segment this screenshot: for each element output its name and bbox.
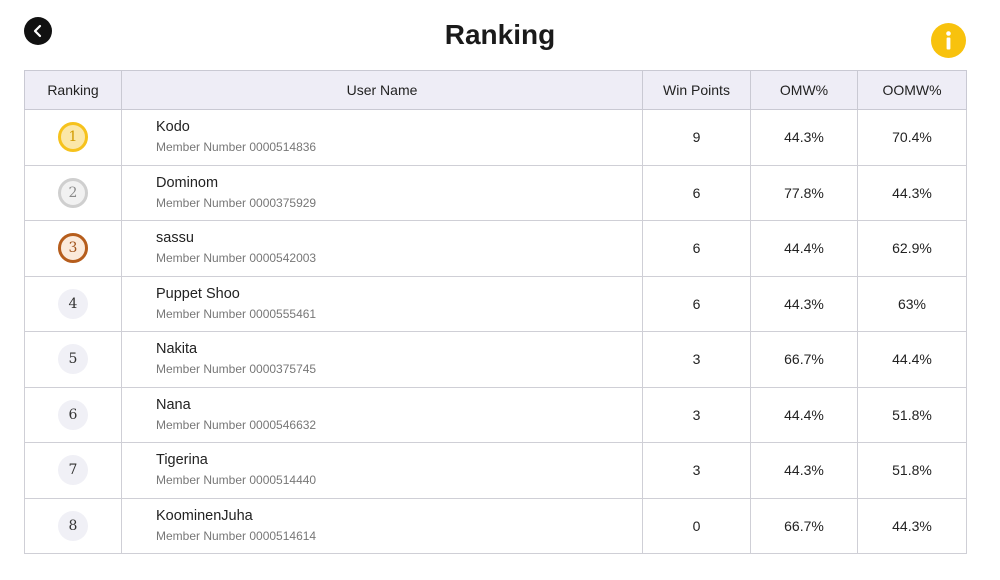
rank-cell: 4 <box>24 275 122 332</box>
user-name: Dominom <box>156 174 219 191</box>
user-cell: Tigerina Member Number 0000514440 <box>121 442 643 499</box>
oomw-cell: 51.8% <box>857 386 967 443</box>
column-header-omw[interactable]: OMW% <box>750 70 858 110</box>
rank-badge: 8 <box>58 510 88 541</box>
rank-cell: 5 <box>24 331 122 388</box>
member-number: Member Number 0000514440 <box>156 473 317 488</box>
bronze-medal-icon: 3 <box>58 233 88 264</box>
user-name: Nana <box>156 396 191 413</box>
oomw-cell: 70.4% <box>857 109 967 166</box>
member-number: Member Number 0000542003 <box>156 251 317 266</box>
user-cell: Dominom Member Number 0000375929 <box>121 164 643 221</box>
user-name: sassu <box>156 230 194 247</box>
rank-badge: 6 <box>58 399 88 430</box>
omw-cell: 44.4% <box>750 386 858 443</box>
page-title: Ranking <box>444 19 556 50</box>
omw-cell: 66.7% <box>750 497 858 554</box>
win-points-cell: 3 <box>642 442 751 499</box>
win-points-cell: 9 <box>642 109 751 166</box>
omw-cell: 44.3% <box>750 442 858 499</box>
table-row[interactable]: 7 Tigerina Member Number 0000514440 3 44… <box>24 442 967 499</box>
user-name: Puppet Shoo <box>156 285 240 302</box>
oomw-cell: 44.3% <box>857 164 967 221</box>
user-name: Nakita <box>156 341 198 358</box>
win-points-cell: 0 <box>642 497 751 554</box>
user-cell: sassu Member Number 0000542003 <box>121 220 643 277</box>
ranking-page: Ranking Ranking User Name Win Points OMW… <box>0 0 1000 580</box>
oomw-cell: 44.4% <box>857 331 967 388</box>
user-cell: Nana Member Number 0000546632 <box>121 386 643 443</box>
user-name: Tigerina <box>156 452 208 469</box>
omw-cell: 77.8% <box>750 164 858 221</box>
oomw-cell: 62.9% <box>857 220 967 277</box>
column-header-ranking[interactable]: Ranking <box>24 70 122 110</box>
win-points-cell: 6 <box>642 164 751 221</box>
win-points-cell: 6 <box>642 275 751 332</box>
ranking-table: Ranking User Name Win Points OMW% OOMW% … <box>24 70 967 554</box>
table-header-row: Ranking User Name Win Points OMW% OOMW% <box>24 70 967 110</box>
user-cell: Kodo Member Number 0000514836 <box>121 109 643 166</box>
win-points-cell: 3 <box>642 386 751 443</box>
column-header-user-name[interactable]: User Name <box>121 70 643 110</box>
column-header-oomw[interactable]: OOMW% <box>857 70 967 110</box>
member-number: Member Number 0000514836 <box>156 140 317 155</box>
oomw-cell: 44.3% <box>857 497 967 554</box>
user-name: Kodo <box>156 119 190 136</box>
gold-medal-icon: 1 <box>58 122 88 153</box>
oomw-cell: 51.8% <box>857 442 967 499</box>
info-button[interactable] <box>931 23 966 58</box>
win-points-cell: 3 <box>642 331 751 388</box>
member-number: Member Number 0000375929 <box>156 195 317 210</box>
member-number: Member Number 0000555461 <box>156 306 317 321</box>
win-points-cell: 6 <box>642 220 751 277</box>
omw-cell: 44.4% <box>750 220 858 277</box>
rank-cell: 8 <box>24 497 122 554</box>
rank-badge: 7 <box>58 455 88 486</box>
omw-cell: 66.7% <box>750 331 858 388</box>
omw-cell: 44.3% <box>750 109 858 166</box>
column-header-win-points[interactable]: Win Points <box>642 70 751 110</box>
omw-cell: 44.3% <box>750 275 858 332</box>
rank-badge: 4 <box>58 288 88 319</box>
user-cell: Nakita Member Number 0000375745 <box>121 331 643 388</box>
user-cell: Puppet Shoo Member Number 0000555461 <box>121 275 643 332</box>
rank-cell: 6 <box>24 386 122 443</box>
member-number: Member Number 0000375745 <box>156 362 317 377</box>
table-row[interactable]: 1 Kodo Member Number 0000514836 9 44.3% … <box>24 109 967 166</box>
rank-cell: 2 <box>24 164 122 221</box>
oomw-cell: 63% <box>857 275 967 332</box>
info-icon <box>946 31 951 50</box>
rank-cell: 3 <box>24 220 122 277</box>
rank-cell: 7 <box>24 442 122 499</box>
table-row[interactable]: 5 Nakita Member Number 0000375745 3 66.7… <box>24 331 967 388</box>
rank-cell: 1 <box>24 109 122 166</box>
user-name: KoominenJuha <box>156 507 253 524</box>
silver-medal-icon: 2 <box>58 177 88 208</box>
member-number: Member Number 0000514614 <box>156 528 317 543</box>
table-row[interactable]: 8 KoominenJuha Member Number 0000514614 … <box>24 497 967 554</box>
table-row[interactable]: 3 sassu Member Number 0000542003 6 44.4%… <box>24 220 967 277</box>
member-number: Member Number 0000546632 <box>156 417 317 432</box>
user-cell: KoominenJuha Member Number 0000514614 <box>121 497 643 554</box>
table-row[interactable]: 6 Nana Member Number 0000546632 3 44.4% … <box>24 386 967 443</box>
rank-badge: 5 <box>58 344 88 375</box>
table-row[interactable]: 4 Puppet Shoo Member Number 0000555461 6… <box>24 275 967 332</box>
table-row[interactable]: 2 Dominom Member Number 0000375929 6 77.… <box>24 164 967 221</box>
